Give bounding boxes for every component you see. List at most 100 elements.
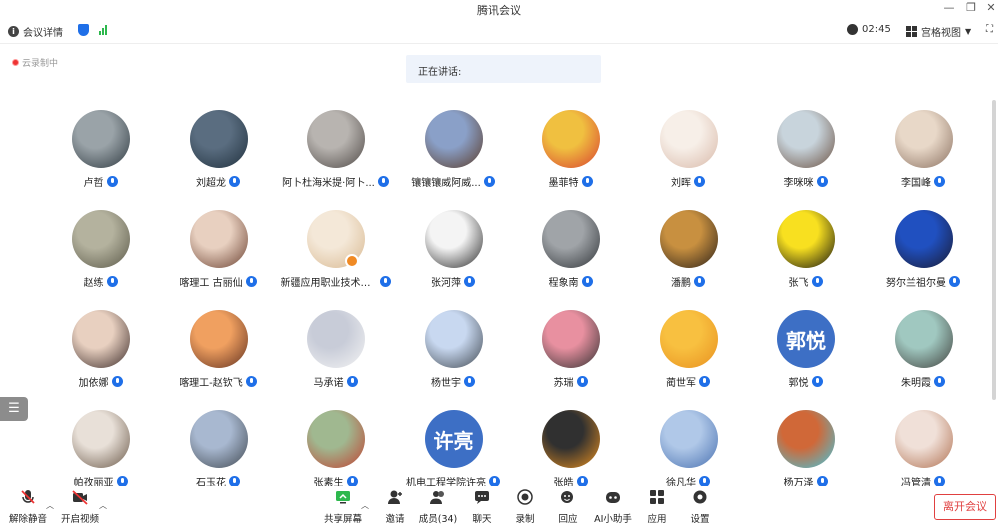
scrollbar[interactable] [992, 100, 996, 400]
apps-button[interactable]: 应用 [642, 486, 672, 528]
mic-status-icon [377, 176, 389, 187]
avatar [189, 210, 248, 268]
add-user-icon [388, 490, 402, 504]
recording-indicator[interactable]: 云录制中 [12, 56, 58, 69]
start-video-label: 开启视频 [60, 514, 99, 525]
share-screen-button[interactable]: 共享屏幕 [322, 486, 364, 528]
close-icon[interactable]: ✕ [982, 1, 998, 14]
participant-name-row: 加依娜 [42, 374, 159, 389]
unmute-button[interactable]: 解除静音 [8, 486, 48, 528]
avatar [72, 210, 130, 268]
robot-icon [606, 492, 620, 503]
invite-label: 邀请 [385, 514, 405, 525]
meeting-details-button[interactable]: i 会议详情 [8, 24, 63, 39]
participant-tile[interactable]: 帕孜丽亚 [42, 410, 159, 492]
participant-tile[interactable]: 许亮 机电工程学院许亮 [395, 410, 512, 492]
chevron-up-icon[interactable]: ︿ [99, 500, 107, 511]
participant-tile[interactable]: 刘超龙 [160, 110, 277, 192]
participant-tile[interactable]: 苏瑞 [512, 310, 629, 392]
mic-status-icon [934, 176, 945, 187]
participant-tile[interactable]: 徐凡华 [630, 410, 747, 492]
ai-assistant-label: AI小助手 [594, 514, 632, 525]
participant-tile[interactable]: 郭悦 郭悦 [747, 310, 864, 392]
participant-tile[interactable]: 镶镶镶威阿威... [395, 110, 512, 192]
participant-name-row: 努尔兰祖尔曼 [865, 274, 982, 289]
participant-tile[interactable]: 石玉花 [160, 410, 277, 492]
participant-tile[interactable]: 喀理工 古丽仙 [160, 210, 277, 292]
participant-name-row: 朱明霞 [865, 374, 982, 389]
participant-tile[interactable]: 蔺世军 [630, 310, 747, 392]
avatar [424, 310, 483, 368]
fullscreen-icon[interactable]: ⛶ [986, 24, 993, 35]
shield-icon [78, 24, 89, 36]
participant-name-row: 潘鹏 [630, 274, 747, 289]
mic-status-icon [811, 276, 823, 287]
chat-button[interactable]: 聊天 [467, 486, 497, 528]
record-button[interactable]: 录制 [510, 486, 540, 528]
grid-view-icon [906, 26, 917, 37]
participant-name: 潘鹏 [671, 278, 691, 289]
ai-assistant-button[interactable]: AI小助手 [593, 486, 633, 528]
security-button[interactable] [78, 24, 89, 36]
leave-meeting-button[interactable]: 离开会议 [934, 494, 996, 520]
chevron-up-icon[interactable]: ︿ [46, 500, 54, 511]
participant-tile[interactable]: 马承诺 [277, 310, 394, 392]
participant-name: 加依娜 [78, 378, 109, 389]
participant-tile[interactable]: 喀理工-赵钦飞 [160, 310, 277, 392]
participant-tile[interactable]: 李国峰 [865, 110, 982, 192]
participant-tile[interactable]: 阿卜杜海米提·阿卜... [277, 110, 394, 192]
participant-tile[interactable]: 新疆应用职业技术学... [277, 210, 394, 292]
start-video-button[interactable]: 开启视频 [60, 486, 100, 528]
recording-label: 云录制中 [22, 59, 59, 69]
avatar [777, 110, 835, 168]
settings-label: 设置 [690, 514, 710, 525]
settings-button[interactable]: 设置 [685, 486, 715, 528]
members-label: 成员(34) [418, 514, 458, 525]
participant-tile[interactable]: 卢哲 [42, 110, 159, 192]
participant-tile[interactable]: 墨菲特 [512, 110, 629, 192]
participant-tile[interactable]: 张素生 [277, 410, 394, 492]
participant-list-toggle-icon[interactable]: ☰ [0, 397, 28, 421]
participant-tile[interactable]: 李咪咪 [747, 110, 864, 192]
network-status[interactable] [99, 24, 107, 35]
participant-tile[interactable]: 杨世宇 [395, 310, 512, 392]
minimize-icon[interactable]: — [940, 1, 958, 14]
mic-status-icon [111, 376, 123, 387]
mic-muted-icon [21, 490, 35, 504]
participant-name-row: 赵练 [42, 274, 159, 289]
mic-status-icon [694, 276, 705, 287]
participant-tile[interactable]: 赵练 [42, 210, 159, 292]
view-mode-dropdown[interactable]: 宫格视图 ▼ [906, 24, 971, 39]
participant-name: 刘晖 [671, 178, 691, 189]
participant-tile[interactable]: 张皓 [512, 410, 629, 492]
chevron-up-icon[interactable]: ︿ [361, 500, 369, 511]
mic-status-icon [346, 376, 358, 387]
mic-status-icon [694, 176, 705, 187]
invite-button[interactable]: 邀请 [380, 486, 410, 528]
reactions-button[interactable]: 回应 [553, 486, 583, 528]
bottom-toolbar: 解除静音 ︿ 开启视频 ︿ 共享屏幕 ︿ 邀请 成员(34) 聊天 录制 回应 … [0, 486, 998, 530]
participant-name: 墨菲特 [548, 178, 579, 189]
participant-tile[interactable]: 冯管清 [865, 410, 982, 492]
participant-tile[interactable]: 刘晖 [630, 110, 747, 192]
participant-tile[interactable]: 潘鹏 [630, 210, 747, 292]
participant-tile[interactable]: 杨万泽 [747, 410, 864, 492]
participant-tile[interactable]: 张飞 [747, 210, 864, 292]
view-mode-label: 宫格视图 [921, 28, 961, 39]
avatar [894, 310, 953, 368]
participant-tile[interactable]: 张河萍 [395, 210, 512, 292]
host-badge-icon [345, 254, 359, 268]
share-screen-icon [336, 491, 350, 504]
participant-name-row: 新疆应用职业技术学... [277, 274, 394, 289]
restore-icon[interactable]: ❐ [962, 1, 980, 14]
participant-tile[interactable]: 朱明霞 [865, 310, 982, 392]
participant-tile[interactable]: 程象南 [512, 210, 629, 292]
members-button[interactable]: 成员(34) [418, 486, 458, 528]
speaking-label: 正在讲话: [418, 67, 462, 78]
avatar [307, 310, 365, 368]
participant-name: 程象南 [548, 278, 579, 289]
participant-tile[interactable]: 努尔兰祖尔曼 [865, 210, 982, 292]
mic-status-icon [483, 176, 495, 187]
participant-tile[interactable]: 加依娜 [42, 310, 159, 392]
chat-label: 聊天 [472, 514, 492, 525]
